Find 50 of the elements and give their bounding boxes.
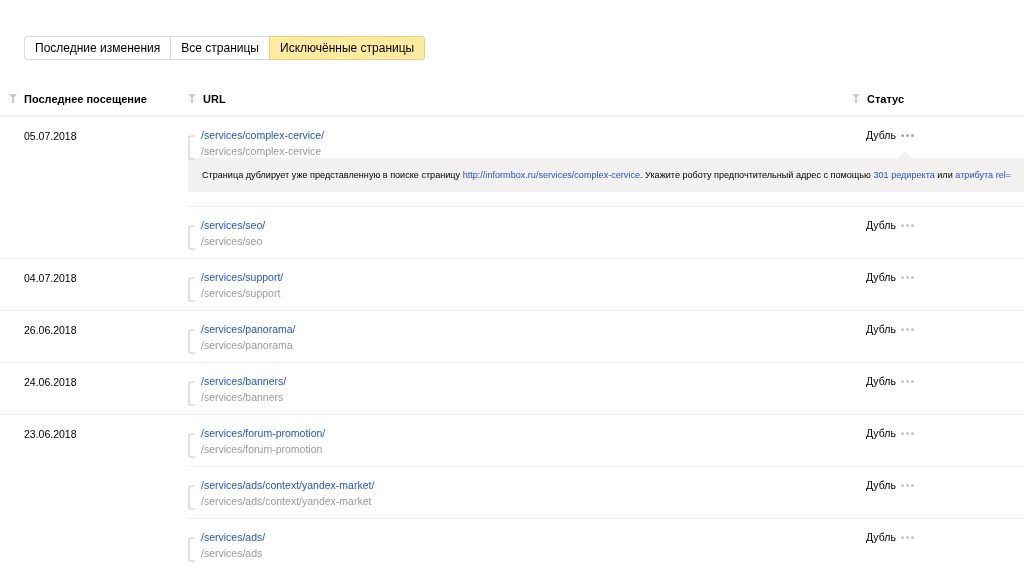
column-header: URL — [203, 92, 226, 105]
page-path: /services/ads — [201, 547, 264, 559]
column-header: Статус — [867, 92, 905, 105]
bracket-icon — [188, 433, 196, 459]
page-path: /services/seo — [201, 235, 264, 247]
bracket-icon — [188, 381, 196, 407]
page-path: /services/forum-promotion — [201, 443, 324, 455]
detail-link[interactable]: атрибута rel= — [955, 170, 1012, 180]
status-label: Дубль — [866, 271, 896, 283]
status-label: Дубль — [866, 427, 896, 439]
visit-date: 05.07.2018 — [23, 129, 78, 142]
status-label: Дубль — [866, 375, 896, 387]
status-label: Дубль — [866, 129, 896, 141]
filter-icon[interactable] — [9, 94, 17, 103]
visit-date: 04.07.2018 — [23, 271, 78, 284]
status-label: Дубль — [866, 323, 896, 335]
filter-icon[interactable] — [852, 94, 860, 103]
page-path: /services/support — [201, 287, 282, 299]
visit-date: 24.06.2018 — [23, 375, 78, 388]
detail-link[interactable]: http://informbox.ru/services/complex-cervice — [462, 170, 640, 180]
page-path: /services/ads/context/yandex-market — [201, 495, 373, 507]
page-path: /services/banners — [201, 391, 285, 403]
url-link[interactable]: /services/ads/ — [201, 531, 266, 543]
page-path: /services/panorama — [201, 339, 294, 351]
tab[interactable]: Все страницы — [170, 36, 270, 60]
detail-link[interactable]: 301 редиректа — [873, 170, 935, 180]
bracket-icon — [188, 329, 196, 355]
bracket-icon — [188, 485, 196, 511]
bracket-icon — [188, 537, 196, 563]
column-header: Последнее посещение — [24, 92, 147, 105]
detail-message: Страница дублирует уже представленную в поиске страницу http://informbox.ru/services/complex-cervice. Укажите роботу предпочтительный адрес с помощью 301 редиректа или атрибута rel= — [202, 170, 1012, 180]
url-link[interactable]: /services/seo/ — [201, 219, 266, 231]
status-label: Дубль — [866, 479, 896, 491]
tab[interactable]: Исключённые страницы — [269, 36, 426, 60]
url-link[interactable]: /services/banners/ — [201, 375, 287, 387]
bracket-icon — [188, 225, 196, 251]
visit-date: 26.06.2018 — [23, 323, 78, 336]
url-link[interactable]: /services/support/ — [201, 271, 284, 283]
url-link[interactable]: /services/forum-promotion/ — [201, 427, 326, 439]
url-link[interactable]: /services/panorama/ — [201, 323, 296, 335]
status-label: Дубль — [866, 531, 896, 543]
visit-date: 23.06.2018 — [23, 427, 78, 440]
bracket-icon — [188, 135, 196, 161]
filter-icon[interactable] — [188, 94, 196, 103]
status-label: Дубль — [866, 219, 896, 231]
page-path: /services/complex-cervice — [201, 145, 323, 157]
url-link[interactable]: /services/complex-cervice/ — [201, 129, 325, 141]
tab[interactable]: Последние изменения — [24, 36, 172, 60]
url-link[interactable]: /services/ads/context/yandex-market/ — [201, 479, 375, 491]
bracket-icon — [188, 277, 196, 303]
